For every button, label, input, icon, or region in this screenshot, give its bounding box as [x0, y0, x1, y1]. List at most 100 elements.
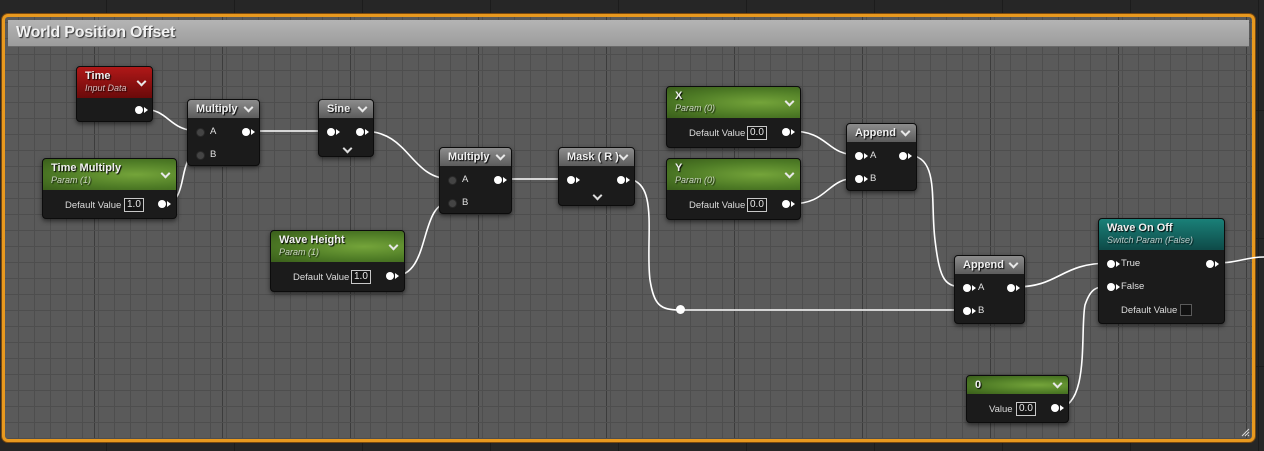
reroute-node[interactable]	[676, 305, 685, 314]
node-title: Time Multiply	[51, 162, 122, 174]
node-title: Sine	[327, 103, 351, 115]
chevron-down-icon[interactable]	[900, 126, 911, 137]
node-header[interactable]: Time Input Data	[77, 67, 152, 98]
chevron-down-icon[interactable]	[618, 150, 629, 161]
expand-chevron-icon[interactable]	[592, 190, 603, 201]
output-pin[interactable]	[386, 272, 394, 280]
input-pin[interactable]	[567, 176, 575, 184]
input-arrow-icon	[1116, 261, 1120, 267]
node-header[interactable]: Y Param (0)	[667, 159, 800, 190]
output-pin[interactable]	[1206, 260, 1214, 268]
node-header[interactable]: Mask ( R )	[559, 148, 634, 166]
output-arrow-icon	[1060, 405, 1064, 411]
node-title: Time	[85, 70, 111, 82]
node-title: 0	[975, 379, 982, 391]
output-pin[interactable]	[617, 176, 625, 184]
default-value-input[interactable]: 0.0	[747, 126, 767, 140]
node-subtitle: Param (1)	[279, 247, 320, 257]
node-header[interactable]: X Param (0)	[667, 87, 800, 118]
chevron-down-icon[interactable]	[1052, 378, 1063, 389]
default-value-label: Default Value	[689, 200, 746, 211]
node-header[interactable]: Multiply	[188, 100, 259, 118]
node-y-param[interactable]: Y Param (0) Default Value 0.0	[666, 158, 801, 220]
output-pin[interactable]	[1007, 284, 1015, 292]
resize-grip-icon[interactable]	[1240, 427, 1250, 437]
output-pin[interactable]	[242, 128, 250, 136]
output-pin[interactable]	[135, 106, 143, 114]
node-time-multiply[interactable]: Time Multiply Param (1) Default Value 1.…	[42, 158, 177, 219]
node-append-2[interactable]: Append A B	[954, 255, 1025, 324]
output-pin[interactable]	[899, 152, 907, 160]
node-append-1[interactable]: Append A B	[846, 123, 917, 191]
node-constant-zero[interactable]: 0 Value 0.0	[966, 375, 1069, 423]
value-input[interactable]: 0.0	[1016, 402, 1036, 416]
node-header[interactable]: Append	[955, 256, 1024, 274]
input-pin[interactable]	[327, 128, 335, 136]
input-pin-b[interactable]	[196, 151, 205, 160]
output-pin[interactable]	[782, 200, 790, 208]
input-pin-a[interactable]	[448, 176, 457, 185]
output-arrow-icon	[1016, 285, 1020, 291]
node-header[interactable]: Multiply	[440, 148, 511, 166]
chevron-down-icon[interactable]	[495, 150, 506, 161]
pin-label-a: A	[870, 150, 877, 161]
node-multiply-2[interactable]: Multiply A B	[439, 147, 512, 214]
node-header[interactable]: Append	[847, 124, 916, 142]
output-arrow-icon	[365, 129, 369, 135]
input-arrow-icon	[576, 177, 580, 183]
input-arrow-icon	[336, 129, 340, 135]
pin-label-b: B	[462, 197, 469, 208]
node-header[interactable]: Wave On Off Switch Param (False)	[1099, 219, 1224, 250]
input-pin-true[interactable]	[1107, 260, 1115, 268]
output-arrow-icon	[791, 129, 795, 135]
node-multiply-1[interactable]: Multiply A B	[187, 99, 260, 166]
default-value-input[interactable]: 0.0	[747, 198, 767, 212]
chevron-down-icon[interactable]	[243, 102, 254, 113]
output-arrow-icon	[167, 201, 171, 207]
node-header[interactable]: Wave Height Param (1)	[271, 231, 404, 262]
output-arrow-icon	[144, 107, 148, 113]
pin-label-b: B	[210, 149, 217, 160]
node-x-param[interactable]: X Param (0) Default Value 0.0	[666, 86, 801, 148]
node-title: Append	[963, 259, 1004, 271]
node-header[interactable]: Sine	[319, 100, 373, 118]
output-arrow-icon	[1215, 261, 1219, 267]
input-pin-b[interactable]	[855, 175, 863, 183]
pin-label-a: A	[462, 174, 469, 185]
node-header[interactable]: Time Multiply Param (1)	[43, 159, 176, 190]
input-arrow-icon	[972, 285, 976, 291]
node-subtitle: Param (0)	[675, 175, 716, 185]
input-arrow-icon	[1116, 284, 1120, 290]
output-pin[interactable]	[1051, 404, 1059, 412]
node-mask-r[interactable]: Mask ( R )	[558, 147, 635, 206]
expand-chevron-icon[interactable]	[342, 143, 353, 154]
comment-header[interactable]: World Position Offset	[8, 20, 1249, 47]
default-value-input[interactable]: 1.0	[124, 198, 144, 212]
node-subtitle: Switch Param (False)	[1107, 235, 1194, 245]
input-pin-false[interactable]	[1107, 283, 1115, 291]
output-pin[interactable]	[356, 128, 364, 136]
default-value-input[interactable]: 1.0	[351, 270, 371, 284]
input-pin-b[interactable]	[963, 307, 971, 315]
output-pin[interactable]	[782, 128, 790, 136]
node-sine[interactable]: Sine	[318, 99, 374, 157]
pin-label-b: B	[870, 173, 877, 184]
node-time[interactable]: Time Input Data	[76, 66, 153, 122]
input-pin-a[interactable]	[196, 128, 205, 137]
chevron-down-icon[interactable]	[1008, 258, 1019, 269]
node-header[interactable]: 0	[967, 376, 1068, 394]
node-title: Multiply	[448, 151, 490, 163]
pin-label-b: B	[978, 305, 985, 316]
node-wave-height[interactable]: Wave Height Param (1) Default Value 1.0	[270, 230, 405, 292]
input-pin-a[interactable]	[855, 152, 863, 160]
input-pin-b[interactable]	[448, 199, 457, 208]
default-value-checkbox[interactable]	[1180, 304, 1192, 316]
pin-label-a: A	[978, 282, 985, 293]
output-arrow-icon	[908, 153, 912, 159]
input-pin-a[interactable]	[963, 284, 971, 292]
node-title: Y	[675, 162, 683, 174]
node-wave-on-off[interactable]: Wave On Off Switch Param (False) True Fa…	[1098, 218, 1225, 324]
chevron-down-icon[interactable]	[357, 102, 368, 113]
output-pin[interactable]	[494, 176, 502, 184]
output-pin[interactable]	[158, 200, 166, 208]
